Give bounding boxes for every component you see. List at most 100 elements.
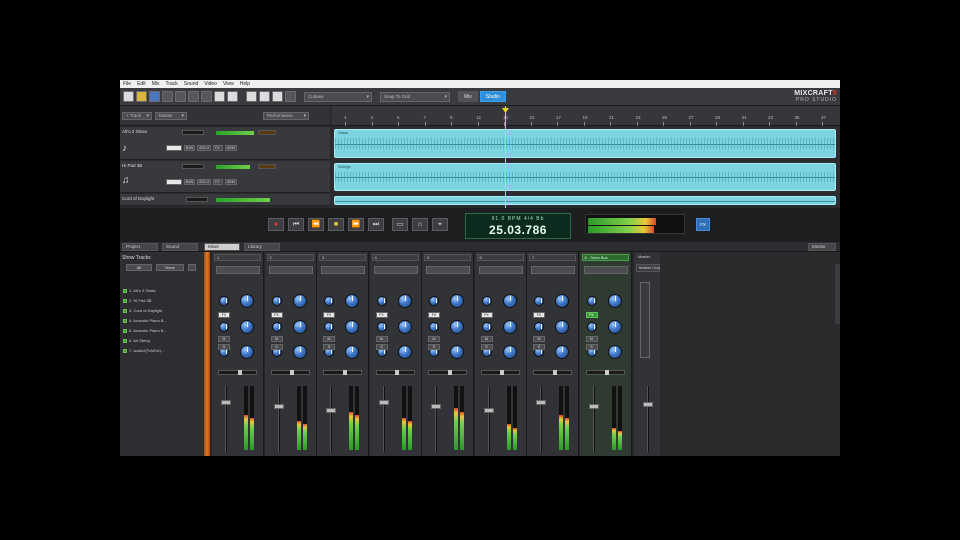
volume-fader-track[interactable] xyxy=(435,386,437,452)
audio-clip[interactable] xyxy=(334,196,836,205)
pan-slider[interactable] xyxy=(428,370,467,375)
volume-fader-track[interactable] xyxy=(277,386,280,452)
strip-input-select[interactable] xyxy=(583,266,628,274)
tab-sound[interactable]: Sound xyxy=(162,243,198,251)
show-track-item[interactable]: 5. Acoustic Piano B... xyxy=(123,328,167,333)
fx-button[interactable]: FX xyxy=(270,312,283,318)
metronome-icon[interactable]: ⌂ xyxy=(412,218,428,231)
solo-button[interactable]: S xyxy=(375,344,388,350)
checkbox-icon[interactable] xyxy=(123,338,127,343)
menu-mix[interactable]: Mix xyxy=(152,81,160,87)
mute-button[interactable]: BAN xyxy=(184,179,196,185)
strip-header[interactable]: 5 xyxy=(424,254,471,261)
solo-button[interactable]: S xyxy=(270,344,283,350)
strip-header[interactable]: 6 xyxy=(476,254,524,261)
checkbox-icon[interactable] xyxy=(123,318,127,323)
master-button[interactable]: Master xyxy=(155,111,187,120)
eq-knob[interactable] xyxy=(555,294,569,308)
eq-knob[interactable] xyxy=(450,345,464,359)
mute-button[interactable]: M xyxy=(428,336,440,342)
mute-button[interactable]: BAN xyxy=(184,145,196,151)
small-knob[interactable] xyxy=(534,296,544,306)
strip-header[interactable]: 1 xyxy=(214,254,261,261)
eq-knob[interactable] xyxy=(502,345,517,359)
eq-knob[interactable] xyxy=(240,345,254,359)
volume-fader-track[interactable] xyxy=(225,386,227,452)
paste-icon[interactable] xyxy=(201,91,212,102)
eq-knob[interactable] xyxy=(345,345,359,359)
time-display[interactable]: 91.0 BPM 4/4 Bb 25.03.786 xyxy=(465,213,571,239)
record-button[interactable]: ● xyxy=(268,218,284,231)
fast-forward-icon[interactable]: ⏩ xyxy=(348,218,364,231)
performance-dropdown[interactable]: Performance xyxy=(263,111,309,120)
show-none-button[interactable]: None xyxy=(156,264,184,271)
small-knob[interactable] xyxy=(324,296,334,306)
track-lane-1[interactable]: Glass xyxy=(332,127,840,160)
zoom-in-icon[interactable] xyxy=(246,91,257,102)
mute-button[interactable]: M xyxy=(323,336,335,342)
strip-header[interactable]: 8 - Send Bus xyxy=(581,254,629,261)
small-knob[interactable] xyxy=(586,296,597,306)
print-icon[interactable] xyxy=(162,91,173,102)
volume-fader-handle[interactable] xyxy=(588,404,599,409)
track-name[interactable]: Cord of Daylight xyxy=(122,196,154,201)
master-fx-button[interactable]: FX xyxy=(696,218,710,231)
count-in-icon[interactable]: ⌖ xyxy=(432,218,448,231)
strip-header[interactable]: 7 xyxy=(529,254,576,261)
small-knob[interactable] xyxy=(429,296,439,306)
show-track-item[interactable]: 1. Alt'o 2 Glass xyxy=(123,288,156,293)
checkbox-icon[interactable] xyxy=(123,298,127,303)
audio-clip[interactable]: Glass xyxy=(334,129,836,158)
track-lane-3[interactable] xyxy=(332,194,840,206)
strip-input-select[interactable] xyxy=(268,266,313,274)
volume-fader-track[interactable] xyxy=(382,386,385,452)
go-to-start-icon[interactable]: ⏮ xyxy=(288,218,304,231)
tab-mixer[interactable]: Mixer xyxy=(204,243,240,251)
mix-view-toggle[interactable]: Mix xyxy=(458,91,478,102)
arm-button[interactable]: ARM xyxy=(224,179,237,185)
eq-knob[interactable] xyxy=(292,345,307,359)
mute-button[interactable]: M xyxy=(480,336,493,342)
play-button[interactable]: ■ xyxy=(328,218,344,231)
eq-knob[interactable] xyxy=(240,294,254,308)
track-name[interactable]: Alt'o 2 Glass xyxy=(122,129,147,134)
checkbox-icon[interactable] xyxy=(123,328,127,333)
mute-button[interactable]: M xyxy=(585,336,598,342)
volume-fader-track[interactable] xyxy=(592,386,595,452)
rewind-icon[interactable]: ⏪ xyxy=(308,218,324,231)
eq-knob[interactable] xyxy=(450,320,464,334)
fx-button[interactable]: FX xyxy=(323,312,335,318)
small-knob[interactable] xyxy=(219,322,229,332)
pan-slider[interactable] xyxy=(323,370,362,375)
menu-edit[interactable]: Edit xyxy=(137,81,146,87)
volume-fader-handle[interactable] xyxy=(326,408,336,413)
menu-sound[interactable]: Sound xyxy=(184,81,198,87)
strip-header[interactable]: 4 xyxy=(371,254,419,261)
menu-help[interactable]: Help xyxy=(240,81,250,87)
eq-knob[interactable] xyxy=(502,294,517,308)
show-track-item[interactable]: 6. Air String xyxy=(123,338,150,343)
show-track-item[interactable]: 2. Hi Pad 3B xyxy=(123,298,151,303)
copy-icon[interactable] xyxy=(188,91,199,102)
save-icon[interactable] xyxy=(149,91,160,102)
settings-icon[interactable] xyxy=(188,264,196,271)
fx-button[interactable]: FX xyxy=(428,312,440,318)
eq-knob[interactable] xyxy=(450,294,464,308)
volume-fader[interactable] xyxy=(182,164,204,169)
mute-button[interactable]: M xyxy=(375,336,388,342)
eq-knob[interactable] xyxy=(607,345,622,359)
mixer-scrollbar[interactable] xyxy=(835,264,840,324)
strip-input-select[interactable] xyxy=(216,266,260,274)
zoom-out-icon[interactable] xyxy=(259,91,270,102)
eq-knob[interactable] xyxy=(292,294,307,308)
tab-master[interactable]: Master xyxy=(808,243,836,251)
solo-button[interactable]: SOLO xyxy=(197,145,211,151)
track-name[interactable]: Hi Pad 3B xyxy=(122,163,142,168)
mute-button[interactable]: M xyxy=(533,336,545,342)
small-knob[interactable] xyxy=(481,322,492,332)
menu-view[interactable]: View xyxy=(223,81,234,87)
volume-fader-handle[interactable] xyxy=(273,404,284,409)
tab-project[interactable]: Project xyxy=(122,243,158,251)
small-knob[interactable] xyxy=(219,296,229,306)
strip-header[interactable]: 3 xyxy=(319,254,366,261)
